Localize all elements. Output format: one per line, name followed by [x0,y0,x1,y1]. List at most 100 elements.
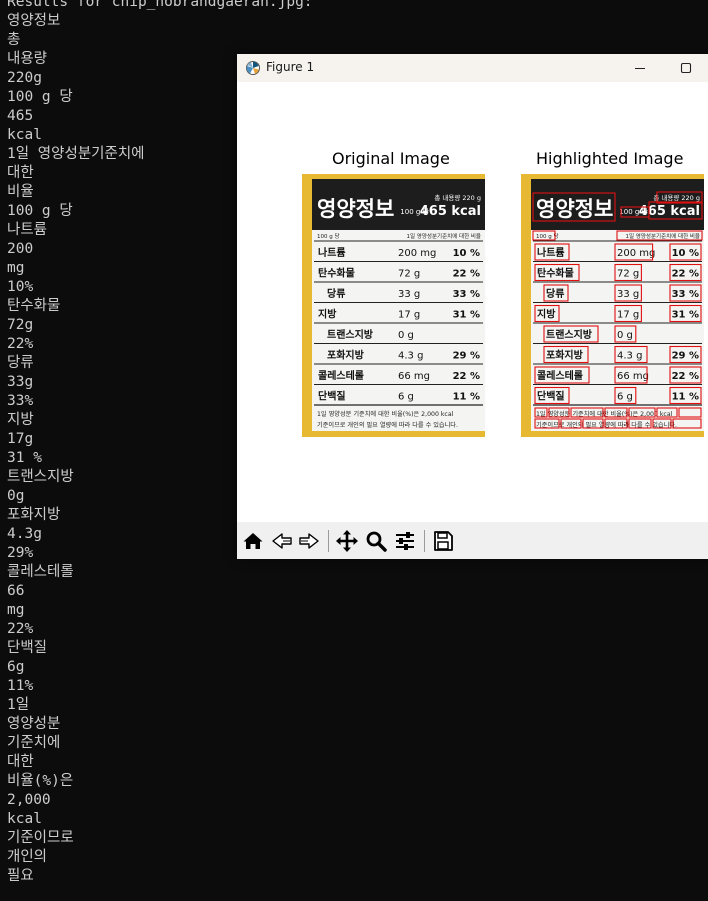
nutrient-name: 지방 [537,308,556,321]
nutrient-amount: 200 mg [617,248,655,259]
maximize-button[interactable] [664,54,708,82]
terminal-line: 비율(%)은 [7,773,74,789]
maximize-icon [680,62,692,74]
nutrient-percent: 22 % [453,269,480,280]
terminal-line: 총 [7,32,21,48]
nutrient-percent: 31 % [672,310,699,321]
label-col-left: 100 g 당 [317,233,340,240]
window-title: Figure 1 [266,60,315,74]
nutrient-name: 당류 [546,287,564,300]
terminal-line: 66 [7,583,25,599]
label-footer-line2: 기준이므로 개인의 필요 열량에 따라 다를 수 있습니다. [317,421,458,429]
home-button[interactable] [240,528,266,554]
nutrient-name: 탄수화물 [318,267,355,280]
toolbar-separator [328,530,329,552]
nutrient-name: 나트륨 [537,246,565,259]
nutrition-label-photo: 영양정보 총 내용량 220 g100 g 당465 kcal100 g 당 1일 … [302,174,485,437]
terminal-line: 개인의 [7,849,48,865]
terminal-line: Results for chip_nobrandgaeran.jpg: [7,0,313,10]
matplotlib-app-icon [246,61,260,75]
nutrient-percent: 31 % [453,310,480,321]
nutrient-percent: 22 % [672,371,699,382]
terminal-line: 콜레스테롤 [7,564,74,580]
nutrient-amount: 4.3 g [617,351,642,362]
terminal-line: kcal [7,811,42,827]
pan-icon [336,530,358,552]
label-total: 총 내용량 220 g [653,193,700,202]
nutrient-amount: 0 g [617,330,633,341]
label-total: 총 내용량 220 g [434,193,481,202]
terminal-line: 기준이므로 [7,830,74,846]
nutrient-percent: 33 % [453,289,480,300]
label-title: 영양정보 [536,197,613,221]
label-col-right: 1일 영양성분기준치에 대한 비율 [625,232,700,240]
nutrient-amount: 66 mg [617,371,649,382]
zoom-icon [366,531,387,552]
nutrient-amount: 6 g [398,392,414,403]
minimize-button[interactable] [618,54,662,82]
terminal-line: 6g [7,659,25,675]
figure-canvas[interactable]: Original Image Highlighted Image 영양정보 총 내… [237,82,708,522]
nutrient-name: 포화지방 [546,349,584,362]
terminal-line: 1일 [7,697,30,713]
nutrient-name: 트랜스지방 [546,328,593,341]
original-image-title: Original Image [332,149,450,168]
nutrient-name: 나트륨 [318,246,346,259]
figure-window: Figure 1 Original Image Highlighted Imag… [237,54,708,559]
label-title: 영양정보 [317,197,394,221]
nutrient-name: 당류 [327,287,345,300]
nutrient-name: 트랜스지방 [327,328,374,341]
nutrient-amount: 72 g [398,269,420,280]
forward-icon [299,533,319,549]
nutrient-percent: 10 % [672,248,699,259]
nutrient-amount: 33 g [398,289,420,300]
nutrient-amount: 4.3 g [398,351,423,362]
nutrient-percent: 22 % [672,269,699,280]
nutrient-percent: 11 % [672,392,699,403]
nutrient-percent: 29 % [453,351,480,362]
nutrition-label-photo: 영양정보 총 내용량 220 g100 g 당465 kcal100 g 당 1일 … [521,174,704,437]
nutrient-name: 콜레스테롤 [318,369,364,382]
terminal-line: 2,000 [7,792,51,808]
zoom-button[interactable] [363,528,389,554]
nutrient-amount: 17 g [398,310,420,321]
back-button[interactable] [269,528,295,554]
terminal-line: 영양성분 [7,716,61,732]
navigation-toolbar [237,522,708,559]
terminal-line: 영양정보 [7,13,61,29]
nutrient-percent: 33 % [672,289,699,300]
nutrient-percent: 10 % [453,248,480,259]
terminal-line: 대한 [7,754,34,770]
back-icon [272,533,292,549]
title-bar[interactable]: Figure 1 [237,54,708,82]
highlighted-image-title: Highlighted Image [536,149,684,168]
nutrient-name: 포화지방 [327,349,365,362]
label-footer-line1: 1일 영양성분 기준치에 대한 비율(%)은 2,000 kcal [317,410,454,418]
nutrient-percent: 29 % [672,351,699,362]
label-col-right: 1일 영양성분기준치에 대한 비율 [406,232,481,240]
save-icon [434,531,453,551]
configure-subplots-icon [396,532,414,550]
configure-subplots-button[interactable] [392,528,418,554]
nutrient-amount: 6 g [617,392,633,403]
terminal-line: 단백질 [7,640,48,656]
terminal-line: 필요 [7,868,34,884]
nutrient-amount: 66 mg [398,371,430,382]
terminal-line: 11% [7,678,34,694]
original-image: 영양정보 총 내용량 220 g 100 g 당 465 kcal 100 g 당 1일 … [302,174,485,437]
save-button[interactable] [430,528,456,554]
nutrient-name: 지방 [318,308,337,321]
nutrient-name: 탄수화물 [537,267,574,280]
nutrient-amount: 33 g [617,289,639,300]
home-icon [243,533,263,549]
terminal-line: 22% [7,621,34,637]
forward-button[interactable] [296,528,322,554]
highlighted-image: 영양정보 총 내용량 220 g 100 g 당 465 kcal 100 g 당 1일 … [521,174,704,437]
nutrient-name: 단백질 [537,390,565,403]
nutrient-name: 콜레스테롤 [537,369,583,382]
pan-button[interactable] [334,528,360,554]
nutrient-percent: 22 % [453,371,480,382]
label-kcal: 465 kcal [420,204,481,219]
terminal-line: mg [7,602,25,618]
nutrient-amount: 72 g [617,269,639,280]
